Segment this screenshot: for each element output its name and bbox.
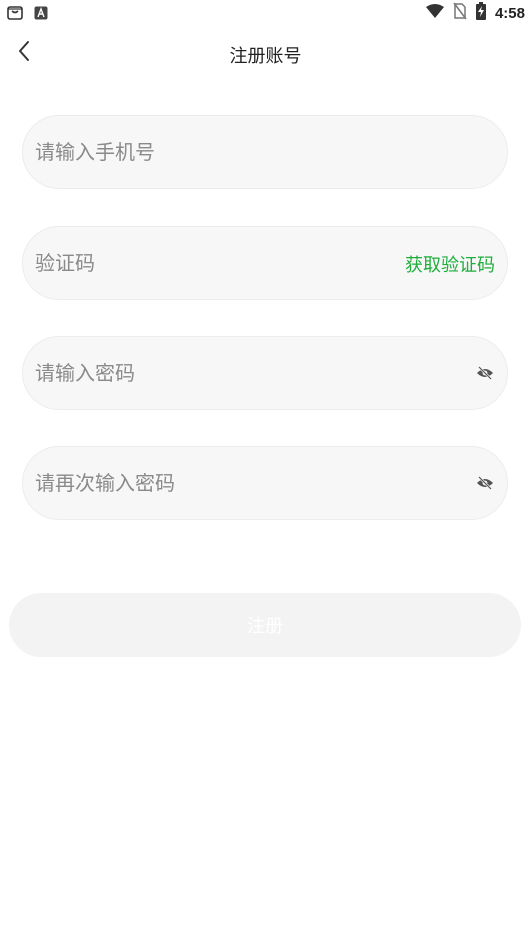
password-input[interactable] bbox=[35, 337, 415, 409]
get-code-button[interactable]: 获取验证码 bbox=[405, 251, 495, 277]
verification-code-input[interactable] bbox=[35, 227, 415, 299]
eye-off-icon[interactable] bbox=[475, 363, 495, 383]
status-right-icons: 4:58 bbox=[425, 2, 525, 24]
a-letter-icon bbox=[34, 5, 48, 24]
status-left-icons bbox=[6, 3, 48, 25]
confirm-password-input[interactable] bbox=[35, 447, 415, 519]
shopping-bag-icon bbox=[6, 3, 24, 25]
register-button[interactable]: 注册 bbox=[9, 593, 521, 657]
password-field bbox=[22, 336, 508, 410]
phone-input[interactable] bbox=[35, 116, 415, 188]
confirm-password-field bbox=[22, 446, 508, 520]
eye-off-icon[interactable] bbox=[475, 473, 495, 493]
wifi-icon bbox=[425, 3, 445, 23]
no-sim-icon bbox=[453, 2, 467, 24]
status-bar: 4:58 bbox=[0, 0, 531, 24]
verification-code-field: 获取验证码 bbox=[22, 226, 508, 300]
app-header: 注册账号 bbox=[0, 30, 531, 76]
page-title: 注册账号 bbox=[229, 46, 302, 67]
phone-field bbox=[22, 115, 508, 189]
status-time: 4:58 bbox=[494, 4, 525, 22]
battery-charging-icon bbox=[475, 2, 487, 24]
